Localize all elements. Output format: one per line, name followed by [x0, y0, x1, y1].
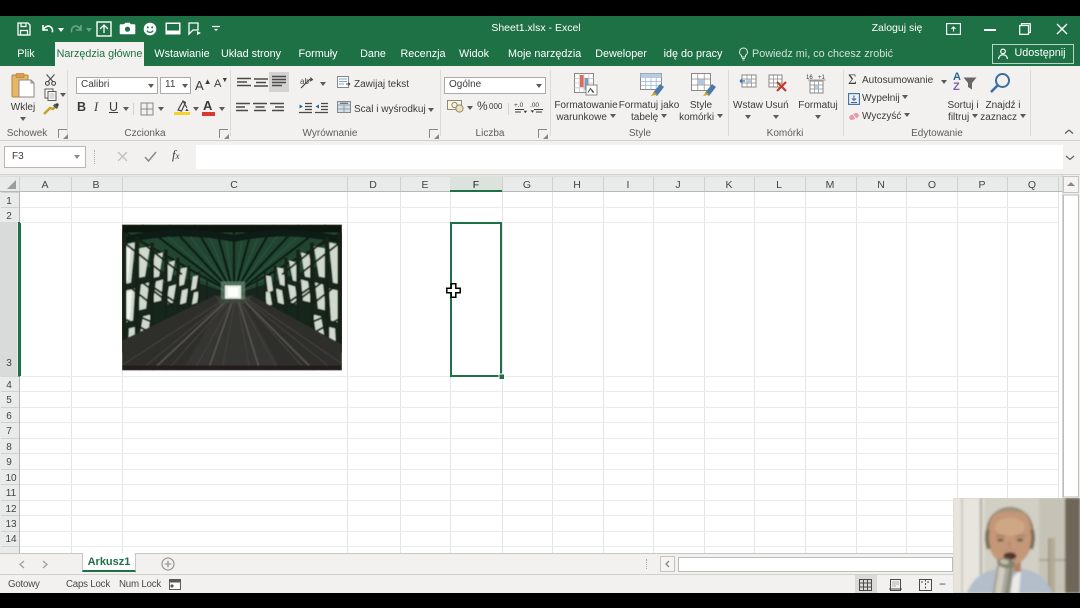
svg-text:F: F — [473, 179, 479, 191]
svg-text:E: E — [421, 179, 428, 191]
svg-text:1: 1 — [6, 196, 12, 207]
svg-text:8: 8 — [6, 442, 12, 453]
svg-text:14: 14 — [5, 534, 17, 545]
svg-text:M: M — [826, 179, 835, 191]
svg-text:A: A — [41, 179, 48, 191]
svg-text:D: D — [369, 179, 377, 191]
svg-text:J: J — [675, 179, 680, 191]
svg-text:12: 12 — [5, 504, 17, 515]
svg-text:P: P — [978, 179, 985, 191]
svg-text:N: N — [877, 179, 885, 191]
svg-text:11: 11 — [6, 488, 17, 499]
svg-text:I: I — [627, 179, 630, 191]
svg-text:G: G — [523, 179, 531, 191]
svg-text:6: 6 — [6, 411, 12, 422]
svg-text:7: 7 — [6, 426, 12, 437]
svg-text:9: 9 — [6, 457, 12, 468]
svg-text:K: K — [725, 179, 732, 191]
svg-text:13: 13 — [5, 519, 17, 530]
svg-text:O: O — [928, 179, 936, 191]
svg-text:L: L — [776, 179, 782, 191]
svg-text:H: H — [573, 179, 581, 191]
svg-text:ab: ab — [300, 77, 309, 86]
svg-text:B: B — [92, 179, 99, 191]
svg-text:Q: Q — [1028, 179, 1036, 191]
svg-text:+.0: +.0 — [514, 102, 524, 109]
svg-text:.00: .00 — [530, 102, 539, 109]
svg-text:10: 10 — [5, 473, 17, 484]
svg-text:2: 2 — [6, 211, 12, 222]
svg-text:5: 5 — [6, 395, 12, 406]
svg-text:C: C — [230, 179, 238, 191]
svg-text:3: 3 — [6, 358, 12, 369]
svg-text:4: 4 — [6, 380, 12, 391]
